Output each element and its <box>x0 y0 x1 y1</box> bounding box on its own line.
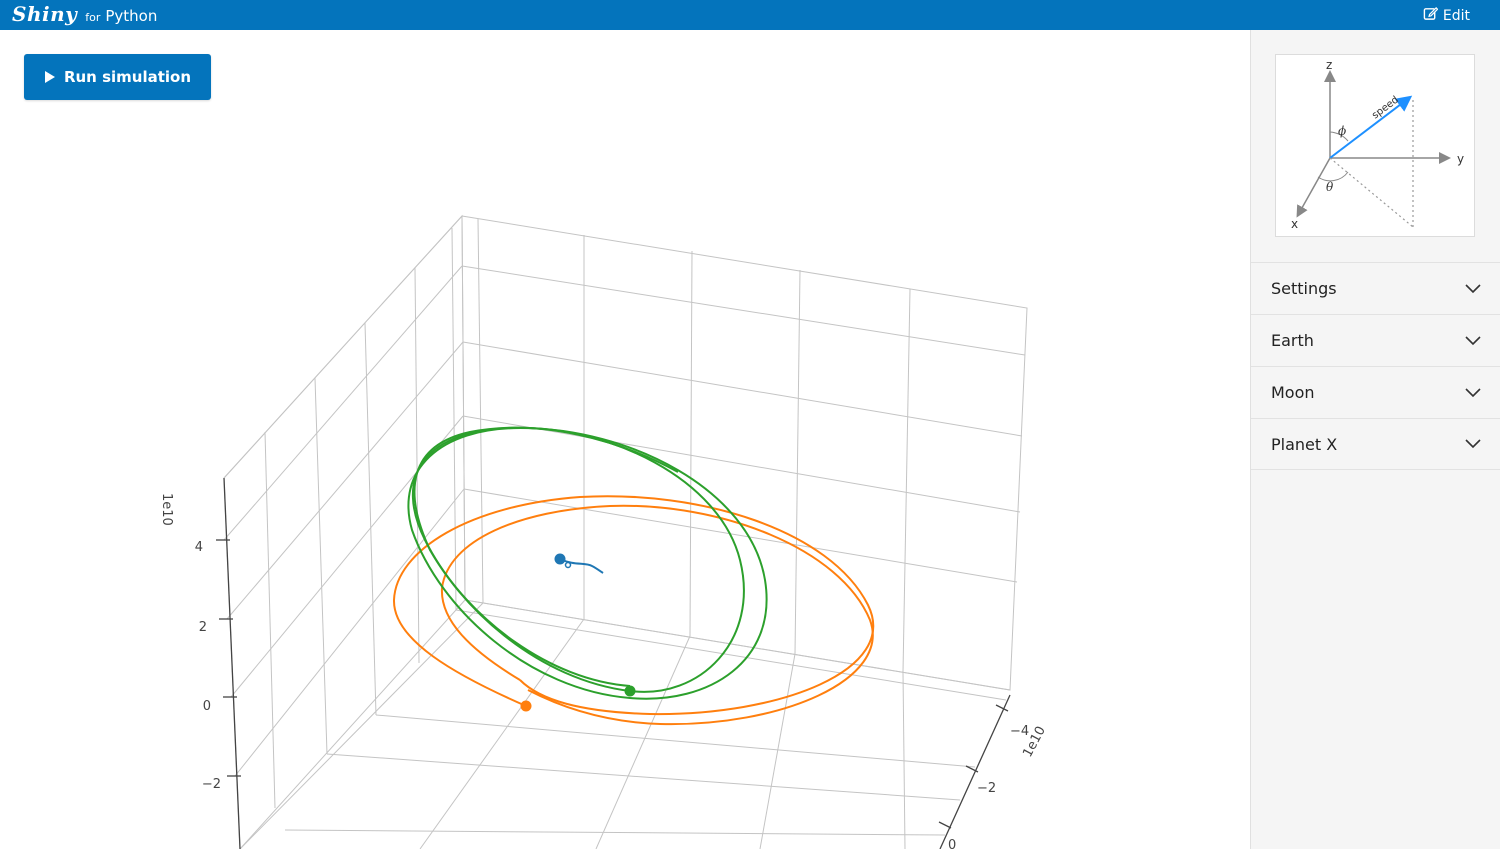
chevron-down-icon <box>1465 387 1481 397</box>
z-tick-label: 2 <box>199 620 207 635</box>
diagram-y-label: y <box>1457 152 1464 166</box>
earth-trajectory <box>559 558 604 574</box>
earth-marker <box>554 553 566 565</box>
edit-icon <box>1423 6 1439 25</box>
z-axis-line <box>216 477 241 849</box>
accordion-earth[interactable]: Earth <box>1251 314 1500 366</box>
play-icon <box>44 71 55 83</box>
x-axis-line <box>938 694 1011 849</box>
run-simulation-button[interactable]: Run simulation <box>24 54 211 100</box>
accordion-label: Settings <box>1271 279 1337 298</box>
sidebar: z y x speed ϕ θ Settings Earth Moon Plan… <box>1250 30 1500 849</box>
edit-button[interactable]: Edit <box>1423 6 1470 25</box>
accordion-planet-x[interactable]: Planet X <box>1251 418 1500 470</box>
plot-side-wall-grid <box>223 214 466 849</box>
edit-label: Edit <box>1442 7 1470 24</box>
plot-floor-grid <box>239 599 1011 849</box>
moon-marker <box>520 700 532 712</box>
z-tick-label: 4 <box>195 540 203 555</box>
z-tick-label: 0 <box>203 699 211 714</box>
top-navbar: Shiny for Python Edit <box>0 0 1500 30</box>
chevron-down-icon <box>1465 283 1481 293</box>
plot-back-wall-grid <box>461 215 1028 691</box>
orbit-3d-plot[interactable]: 4 2 0 −2 1e10 −4 −2 0 1e10 <box>0 30 1250 849</box>
accordion-label: Earth <box>1271 331 1314 350</box>
brand[interactable]: Shiny for Python <box>12 2 157 28</box>
x-tick-label: −4 <box>1010 724 1029 739</box>
coordinate-diagram: z y x speed ϕ θ <box>1275 54 1475 237</box>
x-tick-label: −2 <box>977 781 996 796</box>
diagram-z-label: z <box>1326 58 1332 72</box>
brand-python-text: Python <box>105 7 158 25</box>
z-axis-exponent: 1e10 <box>159 493 174 526</box>
diagram-phi-label: ϕ <box>1338 124 1346 138</box>
accordion-label: Moon <box>1271 383 1315 402</box>
accordion-label: Planet X <box>1271 434 1338 454</box>
main-content: 4 2 0 −2 1e10 −4 −2 0 1e10 Run simulatio… <box>0 30 1250 849</box>
planet-x-marker <box>624 685 636 697</box>
settings-accordion: Settings Earth Moon Planet X <box>1251 262 1500 470</box>
chevron-down-icon <box>1465 335 1481 345</box>
accordion-moon[interactable]: Moon <box>1251 366 1500 418</box>
z-tick-label: −2 <box>202 777 221 792</box>
chevron-down-icon <box>1465 439 1481 449</box>
coordinate-diagram-image: z y x speed ϕ θ <box>1291 58 1464 231</box>
diagram-x-label: x <box>1291 217 1298 231</box>
brand-for-text: for <box>85 11 101 24</box>
diagram-theta-label: θ <box>1326 180 1334 194</box>
shiny-logo: Shiny <box>12 2 78 26</box>
planet-x-trajectory <box>407 426 768 700</box>
accordion-settings[interactable]: Settings <box>1251 262 1500 314</box>
x-tick-label: 0 <box>948 838 956 849</box>
run-simulation-label: Run simulation <box>63 68 192 86</box>
